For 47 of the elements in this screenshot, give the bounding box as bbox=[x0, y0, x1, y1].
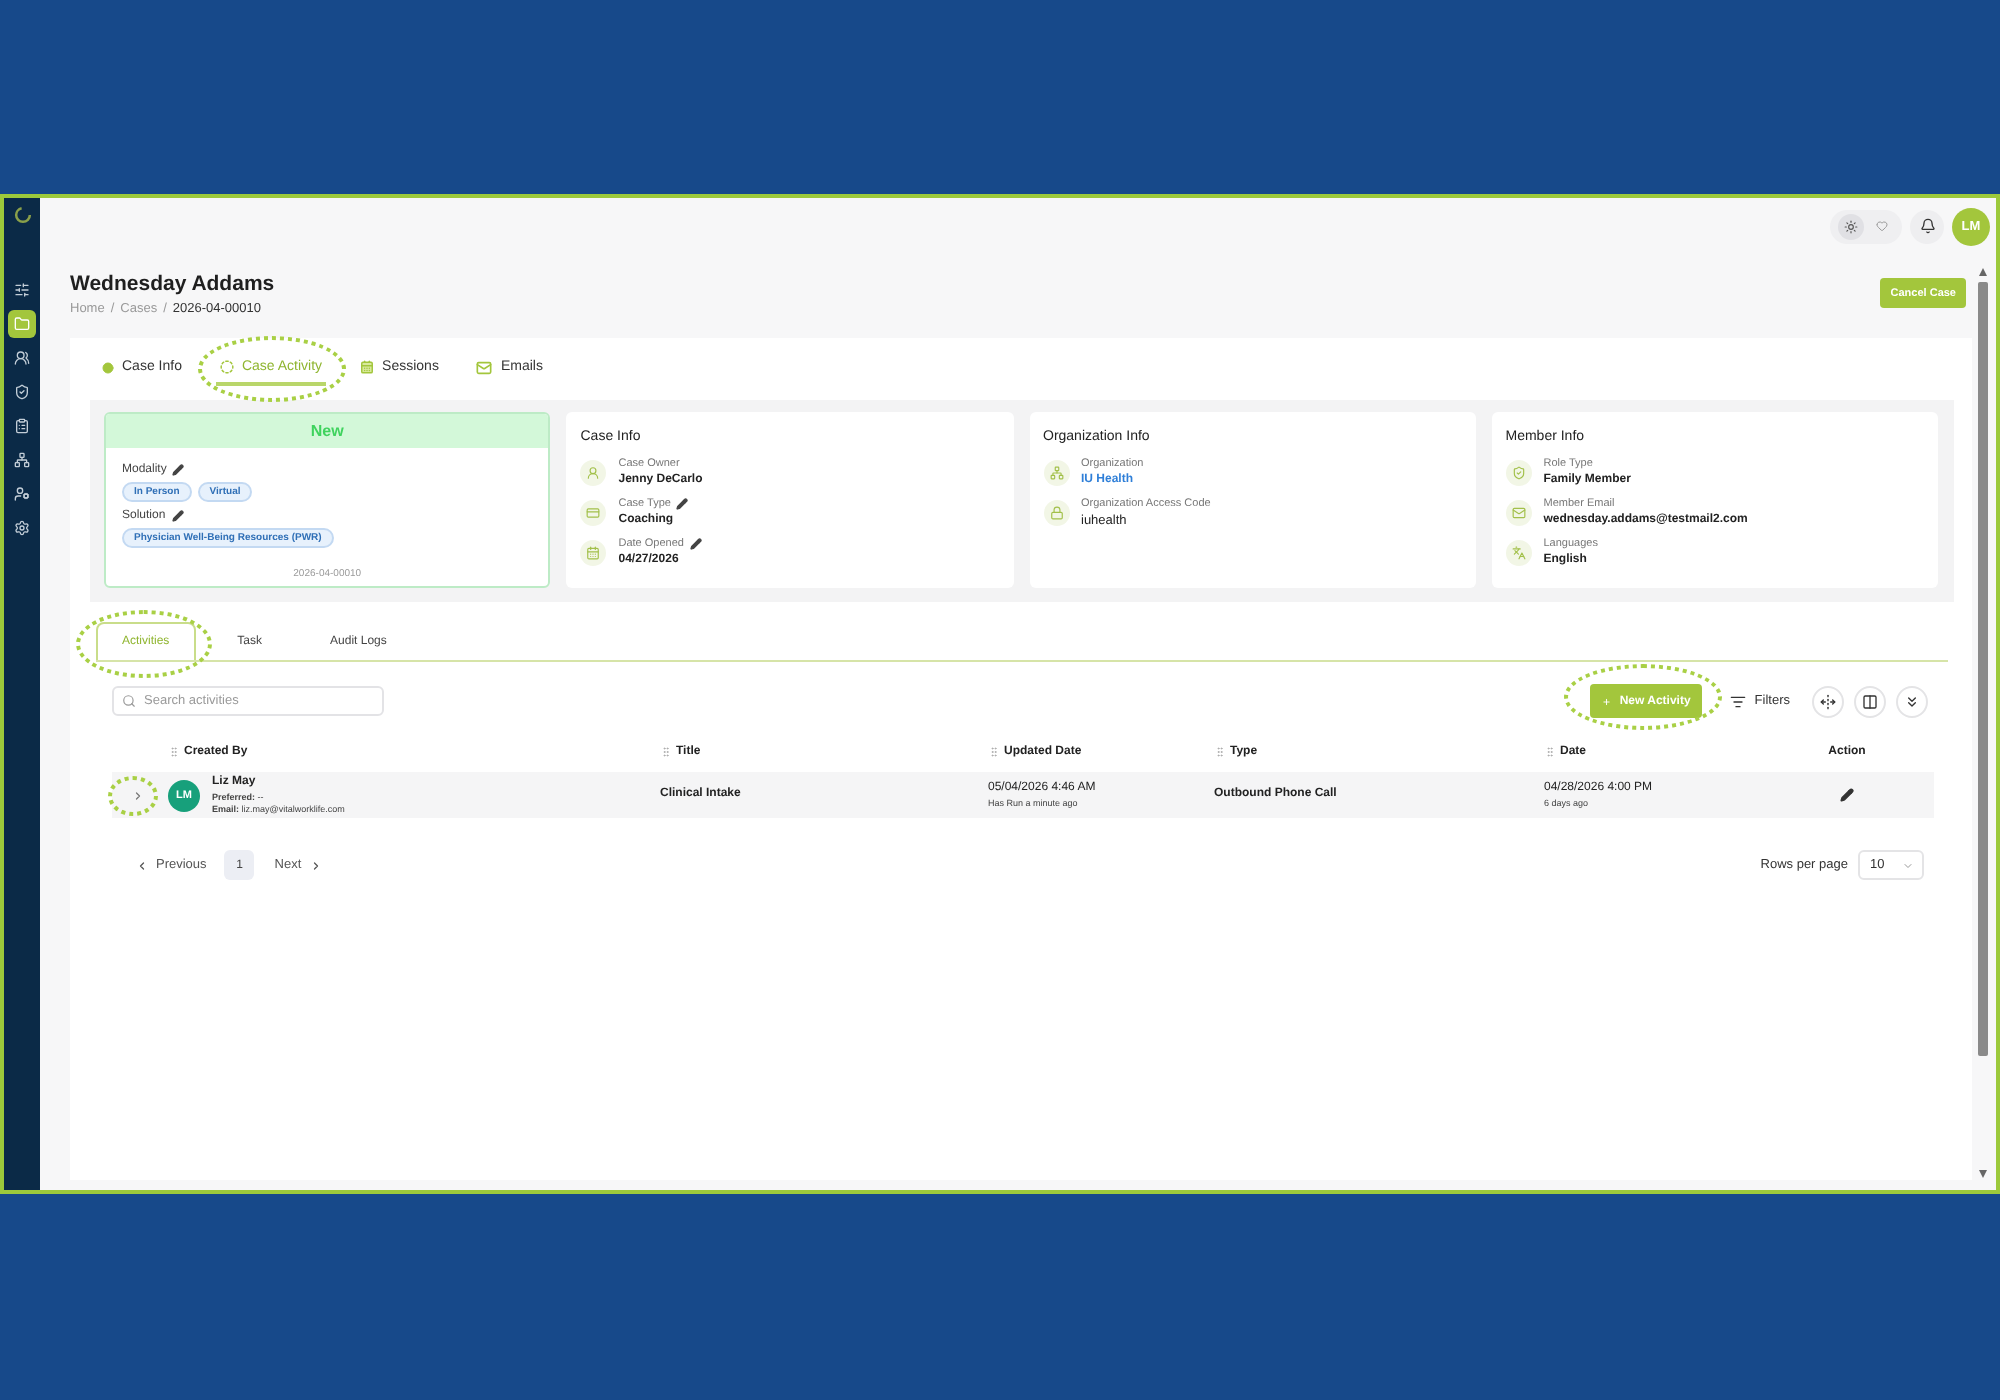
expand-columns-button[interactable] bbox=[1812, 685, 1844, 717]
chevron-left-icon bbox=[136, 859, 148, 871]
calendar-icon bbox=[580, 540, 607, 566]
pencil-icon[interactable] bbox=[171, 509, 186, 523]
clipboard-icon bbox=[14, 418, 30, 434]
heart-icon bbox=[1876, 220, 1888, 232]
bell-icon bbox=[1919, 218, 1935, 234]
mail-icon bbox=[1505, 500, 1532, 526]
pencil-icon bbox=[1840, 788, 1854, 802]
dashed-circle-icon bbox=[219, 360, 234, 374]
sun-icon bbox=[1843, 219, 1857, 233]
logo-icon bbox=[13, 206, 31, 224]
status-banner: New bbox=[106, 414, 549, 448]
columns-icon bbox=[1862, 693, 1878, 709]
edit-button[interactable] bbox=[1839, 787, 1855, 803]
columns-button[interactable] bbox=[1854, 685, 1886, 717]
lock-icon bbox=[1043, 500, 1069, 526]
sidebar-item[interactable] bbox=[8, 310, 36, 338]
network-icon bbox=[1043, 460, 1069, 486]
chevron-right-icon bbox=[309, 859, 322, 871]
calendar-icon bbox=[360, 360, 375, 374]
translate-icon bbox=[1505, 540, 1532, 566]
chevron-down-icon bbox=[1902, 859, 1914, 871]
plus-icon bbox=[1602, 695, 1612, 707]
pencil-icon[interactable] bbox=[689, 538, 704, 552]
network-icon bbox=[14, 452, 30, 468]
collapse-button[interactable] bbox=[1896, 685, 1928, 717]
folder-icon bbox=[14, 316, 30, 332]
filter-icon bbox=[1730, 693, 1747, 709]
card-icon bbox=[580, 500, 607, 526]
search-icon bbox=[122, 694, 136, 708]
users-icon bbox=[14, 350, 30, 366]
theme-option-button[interactable] bbox=[1837, 213, 1863, 239]
horizontal-arrows-icon bbox=[1820, 693, 1836, 709]
user-icon bbox=[580, 460, 607, 486]
user-cog-icon bbox=[14, 486, 30, 502]
shield-icon bbox=[1505, 460, 1532, 486]
notifications-button[interactable] bbox=[1910, 209, 1944, 243]
pencil-icon[interactable] bbox=[172, 463, 187, 477]
sliders-icon bbox=[14, 282, 30, 298]
page-title: Wednesday Addams bbox=[70, 272, 275, 296]
double-chevron-icon bbox=[1904, 693, 1920, 709]
pencil-icon[interactable] bbox=[676, 498, 691, 512]
shield-icon bbox=[14, 384, 30, 400]
dot-icon bbox=[102, 361, 114, 373]
mail-icon bbox=[476, 359, 493, 375]
settings-icon bbox=[14, 520, 30, 536]
